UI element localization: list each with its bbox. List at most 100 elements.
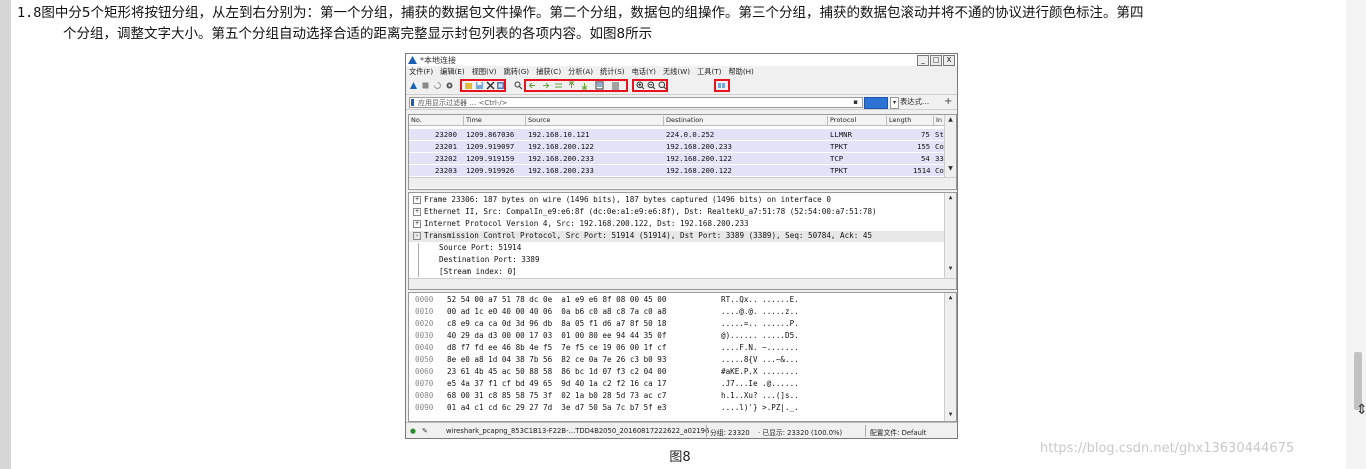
collapse-icon[interactable]: - xyxy=(413,232,421,240)
window-titlebar: *本地连接 _ □ X xyxy=(406,54,957,66)
menu-view[interactable]: 视图(V) xyxy=(472,67,497,77)
go-forward-icon[interactable] xyxy=(541,81,550,90)
expand-icon[interactable]: + xyxy=(413,208,421,216)
detail-row-frame[interactable]: + Frame 23306: 187 bytes on wire (1496 bi… xyxy=(409,195,831,206)
detail-row-ethernet[interactable]: + Ethernet II, Src: CompalIn_e9:e6:8f (dc… xyxy=(409,207,877,218)
capture-options-icon[interactable] xyxy=(445,81,454,90)
menu-go[interactable]: 跳转(G) xyxy=(504,67,530,77)
cell-source: 192.168.200.233 xyxy=(528,166,594,175)
detail-row-source-port[interactable]: Source Port: 51914 xyxy=(439,243,521,254)
open-file-icon[interactable] xyxy=(464,81,473,90)
edit-comment-icon[interactable]: ✎ xyxy=(422,427,428,435)
zoom-out-icon[interactable] xyxy=(647,81,656,90)
table-row[interactable]: 23201 1209.919097 192.168.200.122 192.16… xyxy=(409,141,944,152)
stop-capture-icon[interactable] xyxy=(421,81,430,90)
expand-icon[interactable]: + xyxy=(413,196,421,204)
cell-destination: 192.168.200.122 xyxy=(666,166,732,175)
bytes-offset: 0000 xyxy=(415,295,434,304)
bookmark-icon[interactable] xyxy=(411,99,414,106)
menu-capture[interactable]: 捕获(C) xyxy=(536,67,561,77)
column-destination[interactable]: Destination xyxy=(663,116,703,125)
detail-row-ipv4[interactable]: + Internet Protocol Version 4, Src: 192.1… xyxy=(409,219,749,230)
scroll-up-icon[interactable]: ▲ xyxy=(945,293,956,302)
close-button[interactable]: X xyxy=(943,55,955,66)
menu-analyze[interactable]: 分析(A) xyxy=(568,67,593,77)
menu-statistics[interactable]: 统计(S) xyxy=(600,67,625,77)
article-paragraph: 1.8图中分5个矩形将按钮分组，从左到右分别为：第一个分组，捕获的数据包文件操作… xyxy=(17,3,1339,45)
column-no[interactable]: No. xyxy=(409,116,422,125)
menu-edit[interactable]: 编辑(E) xyxy=(440,67,465,77)
go-back-icon[interactable] xyxy=(528,81,537,90)
cell-info: 33 xyxy=(935,154,944,163)
packet-list-vscroll[interactable]: ▲ ▼ xyxy=(944,115,956,177)
normal-size-icon[interactable] xyxy=(658,81,667,90)
column-protocol[interactable]: Protocol xyxy=(827,116,856,125)
clear-filter-icon[interactable]: ▪ xyxy=(853,98,858,106)
cell-info: Co xyxy=(935,166,944,175)
profile-label[interactable]: 配置文件: Default xyxy=(870,427,926,437)
table-row[interactable]: 23202 1209.919159 192.168.200.233 192.16… xyxy=(409,153,944,164)
column-source[interactable]: Source xyxy=(525,116,550,125)
cell-no: 23202 xyxy=(435,154,457,163)
packet-bytes-pane: 0000 52 54 00 a7 51 78 dc 0e a1 e9 e6 8f … xyxy=(408,292,957,422)
bytes-ascii: ....@.@. .....z.. xyxy=(721,307,799,316)
column-length[interactable]: Length xyxy=(886,116,911,125)
details-hscroll[interactable] xyxy=(409,278,956,289)
cell-destination: 192.168.200.233 xyxy=(666,142,732,151)
table-row[interactable]: 23203 1209.919926 192.168.200.233 192.16… xyxy=(409,165,944,176)
save-file-icon[interactable] xyxy=(475,81,484,90)
column-info[interactable]: In xyxy=(933,116,942,125)
auto-scroll-icon[interactable] xyxy=(595,81,604,90)
expert-info-icon[interactable]: ● xyxy=(410,427,416,435)
detail-row-stream-index[interactable]: [Stream index: 0] xyxy=(439,267,517,278)
scroll-down-icon[interactable]: ▼ xyxy=(945,164,956,173)
colorize-icon[interactable] xyxy=(611,81,620,90)
go-last-icon[interactable] xyxy=(580,81,589,90)
table-row[interactable]: 23200 1209.867036 192.168.10.121 224.0.0… xyxy=(409,129,944,140)
column-time[interactable]: Time xyxy=(463,116,482,125)
scroll-up-icon[interactable]: ▲ xyxy=(945,193,956,202)
detail-row-destination-port[interactable]: Destination Port: 3389 xyxy=(439,255,540,266)
start-capture-icon[interactable] xyxy=(409,81,418,90)
expand-icon[interactable]: + xyxy=(413,220,421,228)
packet-details-pane: + Frame 23306: 187 bytes on wire (1496 bi… xyxy=(408,192,957,290)
restart-capture-icon[interactable] xyxy=(433,81,442,90)
reload-file-icon[interactable] xyxy=(496,81,505,90)
cell-source: 192.168.10.121 xyxy=(528,130,590,139)
paragraph-line-2: 个分组，调整文字大小。第五个分组自动选择合适的距离完整显示封包列表的各项内容。如… xyxy=(63,26,653,42)
scroll-down-icon[interactable]: ▼ xyxy=(945,264,956,273)
menu-help[interactable]: 帮助(H) xyxy=(728,67,753,77)
maximize-button[interactable]: □ xyxy=(930,55,942,66)
cell-destination: 192.168.200.122 xyxy=(666,154,732,163)
menu-telephony[interactable]: 电话(Y) xyxy=(632,67,656,77)
resize-columns-icon[interactable] xyxy=(717,81,726,90)
menu-file[interactable]: 文件(F) xyxy=(409,67,433,77)
close-file-icon[interactable] xyxy=(486,81,495,90)
bytes-ascii: .....=.. ......P. xyxy=(721,319,799,328)
find-packet-icon[interactable] xyxy=(514,81,523,90)
details-vscroll[interactable]: ▲ ▼ xyxy=(944,193,956,278)
zoom-in-icon[interactable] xyxy=(636,81,645,90)
resize-cursor-icon: ⇕ xyxy=(1356,402,1366,418)
menu-wireless[interactable]: 无线(W) xyxy=(663,67,690,77)
filter-history-dropdown[interactable]: ▾ xyxy=(890,97,899,109)
cell-time: 1209.867036 xyxy=(466,130,515,139)
minimize-button[interactable]: _ xyxy=(917,55,929,66)
scroll-down-icon[interactable]: ▼ xyxy=(945,410,956,419)
go-to-packet-icon[interactable] xyxy=(554,81,563,90)
bytes-offset: 0090 xyxy=(415,403,434,412)
detail-row-tcp[interactable]: - Transmission Control Protocol, Src Port… xyxy=(409,231,944,242)
menu-tools[interactable]: 工具(T) xyxy=(697,67,721,77)
add-filter-button[interactable]: + xyxy=(944,96,952,107)
go-first-icon[interactable] xyxy=(567,81,576,90)
menu-bar: 文件(F) 编辑(E) 视图(V) 跳转(G) 捕获(C) 分析(A) 统计(S… xyxy=(406,66,957,78)
display-filter-input[interactable]: 应用显示过滤器 … <Ctrl-/> ▪ xyxy=(409,97,863,108)
packet-list-hscroll[interactable] xyxy=(409,177,956,188)
expression-button[interactable]: 表达式… xyxy=(900,97,929,107)
bytes-vscroll[interactable]: ▲ ▼ xyxy=(944,293,956,421)
bytes-hex: 23 61 4b 45 ac 50 88 58 86 bc 1d 07 f3 c… xyxy=(447,367,667,376)
scroll-up-icon[interactable]: ▲ xyxy=(945,115,956,124)
detail-text: Frame 23306: 187 bytes on wire (1496 bit… xyxy=(424,195,831,204)
capture-file-name: wireshark_pcapng_853C1B13-F22B-…TDD4B205… xyxy=(446,427,710,435)
apply-filter-button[interactable] xyxy=(864,97,888,109)
